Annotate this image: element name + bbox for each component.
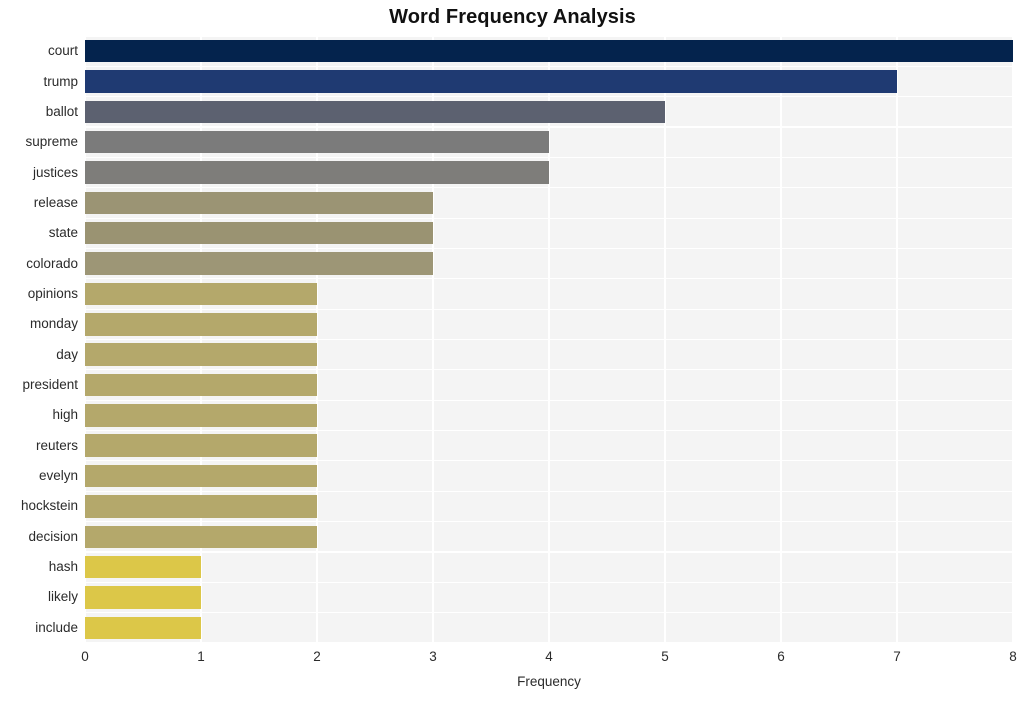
x-axis-label-1: 1 bbox=[197, 649, 205, 664]
gridline-horizontal-11 bbox=[85, 369, 1013, 371]
y-axis-label-day: day bbox=[56, 346, 78, 362]
x-axis-label-5: 5 bbox=[661, 649, 669, 664]
x-axis-label-0: 0 bbox=[81, 649, 89, 664]
y-axis-label-decision: decision bbox=[28, 528, 78, 544]
gridline-horizontal-12 bbox=[85, 399, 1013, 401]
x-axis-label-3: 3 bbox=[429, 649, 437, 664]
gridline-horizontal-0 bbox=[85, 36, 1013, 37]
bar bbox=[85, 161, 549, 184]
y-axis-label-include: include bbox=[35, 619, 78, 635]
plot-area bbox=[85, 36, 1013, 643]
y-axis-label-monday: monday bbox=[29, 316, 78, 332]
y-axis-label-evelyn: evelyn bbox=[38, 468, 78, 484]
y-axis-label-reuters: reuters bbox=[35, 437, 78, 453]
gridline-horizontal-8 bbox=[85, 278, 1013, 280]
gridline-horizontal-7 bbox=[85, 247, 1013, 250]
gridline-horizontal-5 bbox=[85, 187, 1013, 189]
gridline-horizontal-17 bbox=[85, 551, 1013, 553]
x-axis-label-2: 2 bbox=[313, 649, 321, 664]
y-axis-label-hash: hash bbox=[48, 559, 78, 575]
y-axis-label-colorado: colorado bbox=[26, 255, 78, 271]
word-frequency-chart: Word Frequency Analysis court trump ballot… bbox=[0, 0, 1025, 701]
x-axis-label-7: 7 bbox=[893, 649, 901, 664]
bar bbox=[85, 100, 665, 124]
gridline-horizontal-16 bbox=[85, 521, 1013, 523]
x-axis-tick-labels: 0 1 2 3 4 5 6 7 8 bbox=[0, 649, 1025, 672]
y-axis-label-state: state bbox=[48, 225, 78, 241]
y-axis-label-justices: justices bbox=[32, 164, 78, 180]
bar bbox=[85, 373, 317, 397]
gridline-horizontal-13 bbox=[85, 429, 1013, 432]
gridline-horizontal-19 bbox=[85, 612, 1013, 614]
y-axis-label-high: high bbox=[52, 407, 78, 423]
bar bbox=[85, 39, 1013, 63]
bar bbox=[85, 70, 897, 93]
y-axis-label-release: release bbox=[33, 194, 78, 210]
gridline-horizontal-9 bbox=[85, 308, 1013, 310]
bar bbox=[85, 222, 433, 245]
chart-title: Word Frequency Analysis bbox=[389, 6, 636, 28]
bar bbox=[85, 434, 317, 457]
y-axis-label-president: president bbox=[22, 377, 78, 392]
bar bbox=[85, 555, 201, 579]
gridline-horizontal-3 bbox=[85, 126, 1013, 128]
gridline-horizontal-10 bbox=[85, 338, 1013, 341]
bar bbox=[85, 525, 317, 548]
bar bbox=[85, 191, 433, 215]
gridline-horizontal-1 bbox=[85, 65, 1013, 67]
y-axis-label-trump: trump bbox=[43, 73, 78, 89]
bar bbox=[85, 343, 317, 366]
y-axis-label-ballot: ballot bbox=[45, 103, 78, 119]
gridline-horizontal-14 bbox=[85, 460, 1013, 462]
gridline-horizontal-15 bbox=[85, 490, 1013, 492]
y-axis-tick-labels: court trump ballot supreme justices release st… bbox=[0, 36, 78, 643]
gridline-horizontal-6 bbox=[85, 217, 1013, 219]
bar bbox=[85, 130, 549, 154]
x-axis-label-8: 8 bbox=[1009, 649, 1017, 664]
bar bbox=[85, 586, 201, 609]
bar bbox=[85, 495, 317, 518]
bar bbox=[85, 252, 433, 275]
gridline-horizontal-2 bbox=[85, 96, 1013, 98]
x-axis-label-6: 6 bbox=[777, 649, 785, 664]
y-axis-label-likely: likely bbox=[47, 589, 78, 605]
gridline-horizontal-18 bbox=[85, 581, 1013, 583]
y-axis-label-court: court bbox=[47, 43, 78, 59]
x-axis-title: Frequency bbox=[517, 674, 581, 689]
bar bbox=[85, 464, 317, 488]
y-axis-label-opinions: opinions bbox=[27, 285, 78, 301]
x-axis-label-4: 4 bbox=[545, 649, 553, 664]
y-axis-label-supreme: supreme bbox=[25, 134, 78, 150]
bar bbox=[85, 616, 201, 640]
bar bbox=[85, 313, 317, 336]
y-axis-label-hockstein: hockstein bbox=[20, 498, 78, 514]
gridline-horizontal-4 bbox=[85, 156, 1013, 158]
gridline-horizontal-20 bbox=[85, 642, 1013, 643]
bar bbox=[85, 404, 317, 427]
bar bbox=[85, 282, 317, 306]
